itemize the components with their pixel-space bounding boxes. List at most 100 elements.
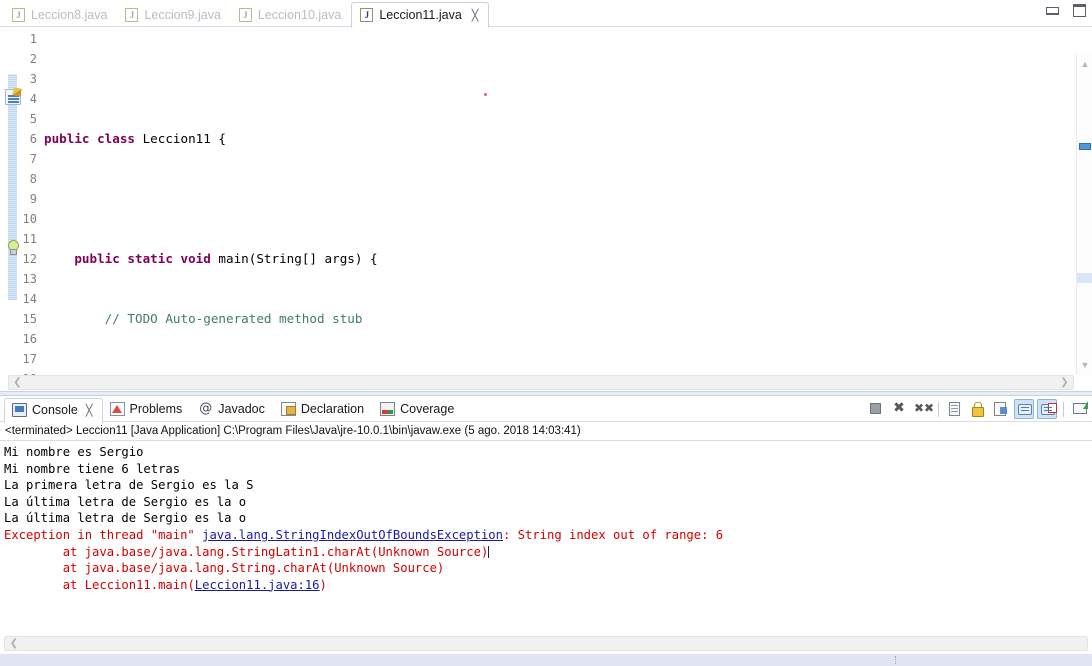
scroll-right-icon[interactable]: ❯ <box>1057 376 1072 389</box>
scroll-up-icon[interactable]: ▲ <box>1077 56 1092 72</box>
line-number: 15 <box>22 312 37 326</box>
declaration-icon <box>280 402 296 416</box>
scroll-lock-button[interactable] <box>968 399 988 419</box>
console-tab-label: Coverage <box>400 402 455 416</box>
editor-tab-label: Leccion9.java <box>144 8 221 22</box>
remove-launch-button[interactable]: ✖ <box>889 399 909 419</box>
line-number: 17 <box>22 352 37 366</box>
code-editor[interactable]: 1 2 3 4 5 6 7 8 9 10 11 12 13 14 15 16 1… <box>0 27 1092 392</box>
console-stacktrace-line: at java.base/java.lang.String.charAt(Unk… <box>4 561 445 576</box>
console-tab-bar: Console ╳ Problems @ Javadoc Declaration <box>0 396 1092 423</box>
display-selected-console-button[interactable] <box>1037 399 1057 419</box>
close-icon[interactable]: ╳ <box>86 404 93 417</box>
editor-tab-label: Leccion8.java <box>31 8 108 22</box>
exception-type-link[interactable]: java.lang.StringIndexOutOfBoundsExceptio… <box>202 528 503 542</box>
console-line: La primera letra de Sergio es la S <box>4 478 254 493</box>
line-number: 5 <box>29 112 37 126</box>
pin-console-button[interactable] <box>1014 399 1034 419</box>
code-keyword: public class <box>44 131 135 146</box>
editor-tab-leccion10[interactable]: J Leccion10.java <box>231 3 351 27</box>
scroll-left-icon[interactable]: ❮ <box>7 637 21 650</box>
line-number: 6 <box>29 132 37 146</box>
toolbar-separator <box>938 401 939 417</box>
code-line: public class Leccion11 { <box>41 129 1076 149</box>
console-text: Mi nombre es Sergio Mi nombre tiene 6 le… <box>0 441 1092 593</box>
console-line: La última letra de Sergio es la o <box>4 494 247 509</box>
console-launch-header: <terminated> Leccion11 [Java Application… <box>0 422 1092 441</box>
line-number: 9 <box>29 192 37 206</box>
eclipse-ide-window: J Leccion8.java J Leccion9.java J Leccio… <box>0 0 1092 666</box>
editor-tab-leccion9[interactable]: J Leccion9.java <box>117 3 230 27</box>
console-panel: Console ╳ Problems @ Javadoc Declaration <box>0 395 1092 654</box>
console-tab-label: Console <box>32 403 78 417</box>
tab-javadoc[interactable]: @ Javadoc <box>191 397 274 422</box>
console-toolbar: ✖ ✖✖ <box>866 398 1090 420</box>
editor-tab-bar: J Leccion8.java J Leccion9.java J Leccio… <box>0 0 1092 28</box>
console-stacktrace-line: at Leccion11.main(Leccion11.java:16) <box>4 578 327 592</box>
text-caret <box>488 545 490 558</box>
overview-marker-annotation[interactable] <box>1079 143 1091 150</box>
editor-horizontal-scrollbar[interactable]: ❮ ❯ <box>8 375 1074 390</box>
status-bar-divider <box>895 656 896 664</box>
console-line: Mi nombre es Sergio <box>4 445 144 459</box>
console-output-area[interactable]: <terminated> Leccion11 [Java Application… <box>0 422 1092 654</box>
minimize-icon[interactable] <box>1046 6 1059 15</box>
tab-declaration[interactable]: Declaration <box>274 397 373 422</box>
java-file-icon: J <box>360 8 374 22</box>
scroll-down-icon[interactable]: ▼ <box>1077 357 1092 373</box>
console-stacktrace-line: at java.base/java.lang.StringLatin1.char… <box>4 545 490 559</box>
editor-vertical-scrollbar[interactable]: ▲ ▼ <box>1076 54 1092 375</box>
javadoc-icon: @ <box>199 401 213 416</box>
stacktrace-text: ) <box>319 577 327 592</box>
line-number-ruler: 1 2 3 4 5 6 7 8 9 10 11 12 13 14 15 16 1… <box>0 27 41 392</box>
clear-console-button[interactable] <box>945 399 965 419</box>
line-number: 10 <box>22 212 37 226</box>
open-console-button[interactable] <box>1070 399 1090 419</box>
code-text-span: Leccion11 { <box>135 131 226 146</box>
line-number: 11 <box>22 232 37 246</box>
line-number: 3 <box>29 72 37 86</box>
code-text-span: main(String[] args) { <box>210 251 378 266</box>
terminate-button[interactable] <box>866 399 886 419</box>
coverage-icon <box>380 402 396 416</box>
close-icon[interactable]: ╳ <box>472 9 479 22</box>
console-tab-label: Javadoc <box>218 402 265 416</box>
word-wrap-button[interactable] <box>991 399 1011 419</box>
editor-tab-label: Leccion10.java <box>257 8 342 22</box>
line-number: 14 <box>22 292 37 306</box>
remove-all-launches-button[interactable]: ✖✖ <box>912 399 934 419</box>
line-number: 16 <box>22 332 37 346</box>
tab-problems[interactable]: Problems <box>103 397 192 422</box>
editor-tab-leccion11[interactable]: J Leccion11.java ╳ <box>351 2 490 28</box>
tab-coverage[interactable]: Coverage <box>373 397 463 422</box>
stacktrace-text: at Leccion11.main( <box>4 577 195 592</box>
tab-console[interactable]: Console ╳ <box>4 397 103 423</box>
console-horizontal-scrollbar[interactable]: ❮ <box>4 636 1088 651</box>
editor-window: J Leccion8.java J Leccion9.java J Leccio… <box>0 0 1092 392</box>
editor-bottom-border <box>0 391 1092 392</box>
source-location-link[interactable]: Leccion11.java:16 <box>195 578 320 592</box>
line-number: 2 <box>29 52 37 66</box>
problems-icon <box>109 402 125 416</box>
exception-message: : String index out of range: 6 <box>502 527 724 542</box>
exception-prefix: Exception in thread "main" <box>4 527 203 542</box>
line-number: 7 <box>29 152 37 166</box>
code-line: // TODO Auto-generated method stub <box>41 309 1076 329</box>
status-bar <box>0 654 1092 666</box>
code-keyword: public static void <box>74 251 211 266</box>
scroll-left-icon[interactable]: ❮ <box>10 376 25 389</box>
line-number: 8 <box>29 172 37 186</box>
console-icon <box>12 403 27 417</box>
maximize-icon[interactable] <box>1073 4 1086 17</box>
console-tab-label: Declaration <box>300 402 365 416</box>
java-file-icon: J <box>125 8 139 22</box>
editor-tab-leccion8[interactable]: J Leccion8.java <box>4 3 117 27</box>
code-line: public static void main(String[] args) { <box>41 249 1076 269</box>
code-text[interactable]: public class Leccion11 { public static v… <box>41 27 1076 392</box>
console-line: Mi nombre tiene 6 letras <box>4 461 181 476</box>
window-controls <box>1046 4 1086 17</box>
java-file-icon: J <box>12 8 25 22</box>
console-exception-line: Exception in thread "main" java.lang.Str… <box>4 528 723 542</box>
